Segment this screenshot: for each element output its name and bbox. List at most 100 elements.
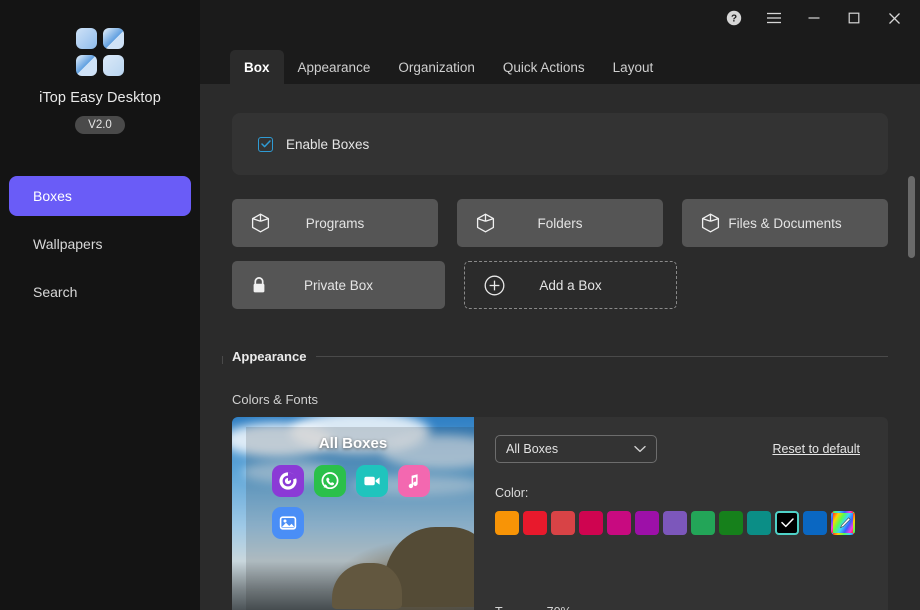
preview-icon-row — [272, 507, 452, 539]
tab-label: Quick Actions — [502, 59, 585, 75]
transparency-row: T 70% — [495, 605, 572, 610]
cube-icon — [701, 213, 720, 233]
color-swatch-muted-red[interactable] — [551, 511, 575, 535]
help-icon[interactable]: ? — [714, 3, 754, 33]
settings-content: Enable Boxes Programs Folders Files & Do… — [200, 84, 920, 610]
sidebar-item-wallpapers[interactable]: Wallpapers — [9, 224, 191, 264]
color-swatch-crimson[interactable] — [579, 511, 603, 535]
whatsapp-icon — [314, 465, 346, 497]
box-scope-select[interactable]: All Boxes — [495, 435, 657, 463]
color-swatch-list — [495, 511, 866, 535]
sidebar-item-label: Wallpapers — [33, 236, 103, 252]
tab-label: Layout — [612, 59, 654, 75]
sidebar-item-boxes[interactable]: Boxes — [9, 176, 191, 216]
chevron-down-icon — [634, 442, 646, 456]
chrome-icon — [272, 465, 304, 497]
tab-box[interactable]: Box — [230, 50, 284, 84]
box-button-private-box[interactable]: Private Box — [232, 261, 445, 309]
color-swatch-medium-purple[interactable] — [663, 511, 687, 535]
add-a-box-button[interactable]: Add a Box — [464, 261, 677, 309]
lock-icon — [251, 276, 267, 295]
music-icon — [398, 465, 430, 497]
color-swatch-blue[interactable] — [803, 511, 827, 535]
enable-boxes-card[interactable]: Enable Boxes — [232, 113, 888, 175]
menu-icon[interactable] — [754, 3, 794, 33]
box-scope-select-value: All Boxes — [506, 442, 559, 456]
enable-boxes-label: Enable Boxes — [286, 136, 370, 152]
version-container: V2.0 — [0, 116, 200, 134]
appearance-group: Appearance Colors & Fonts All Boxes All … — [222, 349, 888, 610]
box-preview: All Boxes — [232, 417, 474, 610]
logo-square-bottom-left — [76, 55, 97, 76]
close-icon[interactable] — [874, 3, 914, 33]
svg-text:?: ? — [731, 14, 737, 25]
legend-divider — [316, 356, 888, 357]
tab-label: Organization — [398, 59, 475, 75]
tab-label: Box — [244, 59, 270, 75]
color-swatch-orange[interactable] — [495, 511, 519, 535]
preview-app-icons — [272, 465, 452, 549]
logo-square-bottom-right — [103, 55, 124, 76]
photos-icon — [272, 507, 304, 539]
sidebar-nav: Boxes Wallpapers Search — [0, 176, 200, 312]
color-swatch-magenta[interactable] — [607, 511, 631, 535]
tab-bar: Box Appearance Organization Quick Action… — [200, 36, 920, 84]
sidebar-item-label: Boxes — [33, 188, 72, 204]
box-row-1: Programs Folders Files & Documents — [232, 199, 888, 247]
check-icon — [777, 513, 797, 533]
appearance-legend: Appearance — [222, 349, 888, 364]
appearance-controls: All Boxes Reset to default Color: — [474, 417, 888, 610]
color-label: Color: — [495, 486, 529, 500]
app-window: iTop Easy Desktop V2.0 Boxes Wallpapers … — [0, 0, 920, 610]
colors-fonts-label: Colors & Fonts — [232, 392, 318, 407]
box-button-grid: Programs Folders Files & Documents Priva… — [232, 199, 888, 309]
maximize-icon[interactable] — [834, 3, 874, 33]
tab-organization[interactable]: Organization — [384, 50, 489, 84]
app-title: iTop Easy Desktop — [39, 90, 161, 106]
transparency-value: 70% — [547, 605, 572, 610]
reset-to-default-link[interactable]: Reset to default — [772, 442, 866, 456]
sidebar: iTop Easy Desktop V2.0 Boxes Wallpapers … — [0, 0, 200, 610]
logo-square-top-left — [76, 28, 97, 49]
appearance-card: All Boxes All Boxes Reset to default Col… — [232, 417, 888, 610]
color-picker-swatch[interactable] — [831, 511, 855, 535]
color-swatch-dark-green[interactable] — [719, 511, 743, 535]
settings-content-inner: Enable Boxes Programs Folders Files & Do… — [200, 113, 920, 610]
tab-appearance[interactable]: Appearance — [284, 50, 385, 84]
tab-quick-actions[interactable]: Quick Actions — [489, 50, 599, 84]
sidebar-item-label: Search — [33, 284, 78, 300]
color-swatch-green[interactable] — [691, 511, 715, 535]
plus-circle-icon — [484, 275, 505, 296]
enable-boxes-checkbox[interactable] — [258, 136, 273, 152]
appearance-legend-label: Appearance — [232, 349, 307, 364]
scrollbar-thumb[interactable] — [908, 176, 915, 258]
color-swatch-black-selected[interactable] — [775, 511, 799, 535]
transparency-label: T — [495, 605, 503, 610]
version-badge: V2.0 — [75, 116, 125, 134]
legend-tick — [222, 356, 223, 364]
tab-layout[interactable]: Layout — [599, 50, 668, 84]
controls-top-row: All Boxes Reset to default — [495, 435, 866, 463]
main-pane: ? Box Appearance Organization Quick Acti… — [200, 0, 920, 610]
cube-icon — [476, 213, 495, 233]
vertical-scrollbar[interactable] — [908, 174, 915, 604]
itop-four-squares-logo — [76, 28, 124, 76]
color-swatch-teal[interactable] — [747, 511, 771, 535]
cube-icon — [251, 213, 270, 233]
preview-icon-row — [272, 465, 452, 497]
box-button-files-documents[interactable]: Files & Documents — [682, 199, 888, 247]
minimize-icon[interactable] — [794, 3, 834, 33]
eyedropper-icon — [837, 516, 852, 536]
title-bar: ? — [200, 0, 920, 36]
sidebar-item-search[interactable]: Search — [9, 272, 191, 312]
color-swatch-red[interactable] — [523, 511, 547, 535]
logo-container — [0, 28, 200, 76]
color-swatch-purple-magenta[interactable] — [635, 511, 659, 535]
tab-label: Appearance — [297, 59, 371, 75]
box-button-folders[interactable]: Folders — [457, 199, 663, 247]
preview-title: All Boxes — [318, 435, 388, 452]
box-row-2: Private Box Add a Box — [232, 261, 888, 309]
logo-square-top-right — [103, 28, 124, 49]
box-button-programs[interactable]: Programs — [232, 199, 438, 247]
video-icon — [356, 465, 388, 497]
